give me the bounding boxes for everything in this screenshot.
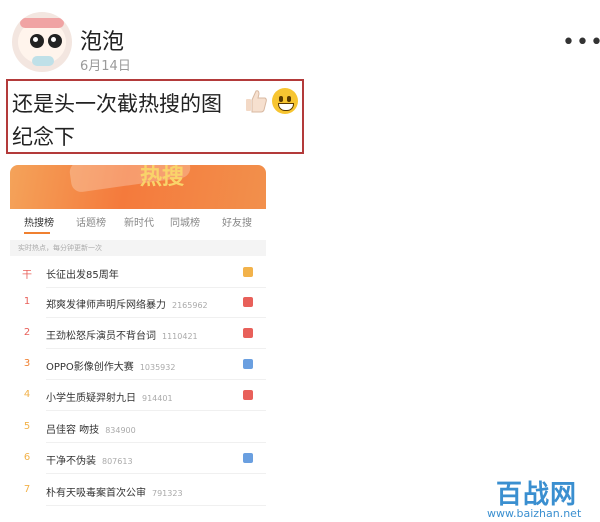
- hot-search-title: 朴有天吸毒案首次公审 791323: [46, 484, 183, 499]
- hot-search-title-text: 干净不伪装: [46, 456, 96, 467]
- active-tab-underline: [24, 232, 50, 234]
- hot-search-row: 2 王劲松怒斥演员不背台词 1110421: [10, 319, 266, 349]
- hot-search-count: 807613: [102, 457, 133, 466]
- hot-search-title: 干净不伪装 807613: [46, 452, 133, 467]
- hot-search-title-text: 朴有天吸毒案首次公审: [46, 488, 146, 499]
- hot-search-count: 914401: [142, 394, 173, 403]
- avatar[interactable]: [12, 12, 72, 72]
- hot-search-count: 834900: [105, 426, 136, 435]
- rank-number: 2: [23, 327, 31, 338]
- rank-number: 4: [23, 389, 31, 400]
- row-divider: [46, 473, 266, 474]
- avatar-left-eye: [30, 34, 44, 48]
- rank-number: 5: [23, 421, 31, 432]
- rank-number: 3: [23, 358, 31, 369]
- more-horizontal-icon[interactable]: •••: [562, 30, 600, 55]
- banner-title: 热搜: [140, 165, 185, 190]
- hot-search-title: 吕佳容 吻技 834900: [46, 421, 136, 436]
- avatar-headband: [20, 18, 64, 28]
- hot-search-count: 2165962: [172, 301, 208, 310]
- hot-search-title-text: 小学生质疑羿射九日: [46, 393, 136, 404]
- hot-search-row: 4 小学生质疑羿射九日 914401: [10, 381, 266, 411]
- hot-badge-icon: [243, 453, 253, 463]
- hot-badge-icon: [243, 267, 253, 277]
- hot-search-title-text: 吕佳容 吻技: [46, 425, 100, 436]
- hot-search-count: 1110421: [162, 332, 198, 341]
- hot-search-row: 3 OPPO影像创作大赛 1035932: [10, 350, 266, 380]
- row-divider: [46, 348, 266, 349]
- hot-search-title: 小学生质疑羿射九日 914401: [46, 389, 173, 404]
- hot-search-count: 791323: [152, 489, 183, 498]
- watermark-logo: 百战网: [496, 480, 578, 510]
- hot-search-title: 王劲松怒斥演员不背台词 1110421: [46, 327, 198, 342]
- row-divider: [46, 317, 266, 318]
- tab-topics: 话题榜: [76, 218, 106, 229]
- rank-number: 干: [22, 270, 32, 281]
- hot-search-banner: 热搜: [10, 165, 266, 209]
- hot-badge-icon: [243, 359, 253, 369]
- hot-search-title: OPPO影像创作大赛 1035932: [46, 358, 175, 373]
- tab-new-era: 新时代: [124, 218, 154, 229]
- rank-number: 6: [23, 452, 31, 463]
- hot-search-title: 长征出发85周年: [46, 266, 125, 281]
- hot-search-row: 6 干净不伪装 807613: [10, 444, 266, 474]
- hot-search-title-text: 郑爽发律师声明斥网络暴力: [46, 300, 166, 311]
- hot-badge-icon: [243, 328, 253, 338]
- tab-hot-search: 热搜榜: [24, 218, 54, 229]
- hot-search-row: 7 朴有天吸毒案首次公审 791323: [10, 476, 266, 506]
- hot-search-title: 郑爽发律师声明斥网络暴力 2165962: [46, 296, 208, 311]
- row-divider: [46, 410, 266, 411]
- tab-local: 同城榜: [170, 218, 200, 229]
- watermark-url: www.baizhan.net: [487, 507, 582, 520]
- row-divider: [46, 505, 266, 506]
- hot-badge-icon: [243, 297, 253, 307]
- hot-search-title-text: OPPO影像创作大赛: [46, 362, 134, 373]
- grinning-face-icon: [272, 88, 298, 114]
- hot-search-row: 1 郑爽发律师声明斥网络暴力 2165962: [10, 288, 266, 318]
- hot-search-row: 干 长征出发85周年: [10, 258, 266, 288]
- rank-number: 1: [23, 296, 31, 307]
- update-hint: 实时热点，每分钟更新一次: [10, 240, 266, 256]
- hot-search-count: 1035932: [139, 363, 176, 372]
- hot-badge-icon: [243, 390, 253, 400]
- post-text-line2: 纪念下: [12, 125, 75, 149]
- post-date: 6月14日: [80, 59, 131, 74]
- thumbs-up-icon: [244, 88, 268, 114]
- avatar-mask: [32, 56, 54, 66]
- rank-number: 7: [23, 484, 31, 495]
- hot-search-title-text: 王劲松怒斥演员不背台词: [46, 331, 156, 342]
- row-divider: [46, 379, 266, 380]
- hot-search-title-text: 长征出发85周年: [46, 270, 119, 281]
- row-divider: [46, 442, 266, 443]
- tab-friends: 好友搜: [222, 218, 252, 229]
- username[interactable]: 泡泡: [80, 24, 124, 56]
- avatar-right-eye: [48, 34, 62, 48]
- post-text-line1: 还是头一次截热搜的图: [12, 92, 222, 116]
- hot-search-row: 5 吕佳容 吻技 834900: [10, 413, 266, 443]
